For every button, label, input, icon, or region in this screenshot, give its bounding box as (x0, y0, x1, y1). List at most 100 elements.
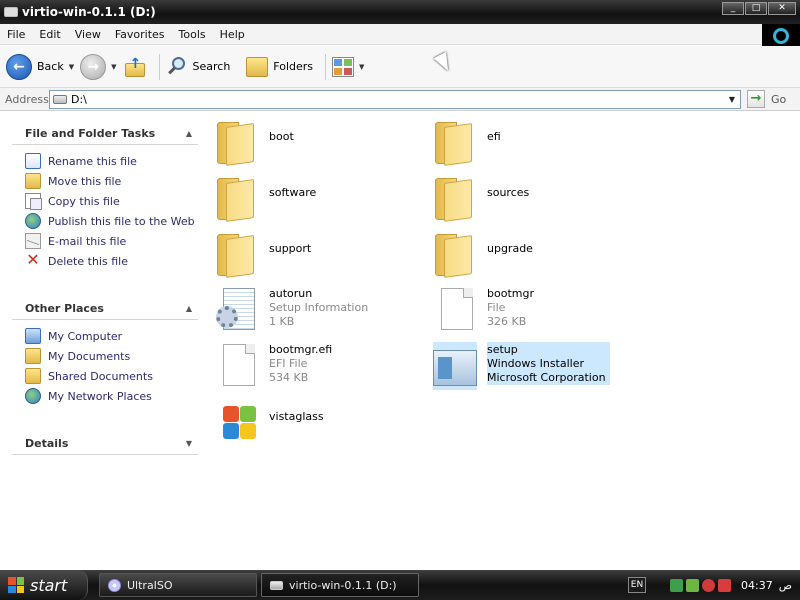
go-button[interactable]: → Go (747, 90, 786, 108)
folders-icon (246, 56, 269, 77)
file-name: upgrade (487, 242, 533, 255)
file-item-efi[interactable]: efi (433, 116, 501, 166)
clock[interactable]: 04:37 (741, 579, 773, 592)
expand-chevron-icon[interactable]: ▼ (186, 439, 192, 448)
task-publish-web[interactable]: Publish this file to the Web (12, 211, 198, 231)
file-item-bootmgr[interactable]: bootmgr File 326 KB (433, 286, 534, 334)
task-move[interactable]: Move this file (12, 171, 198, 191)
search-button[interactable]: Search (166, 51, 230, 83)
minimize-button[interactable]: _ (722, 2, 744, 15)
task-rename[interactable]: Rename this file (12, 151, 198, 171)
address-label: Address (5, 92, 49, 106)
views-dropdown-icon[interactable]: ▼ (359, 63, 364, 71)
tray-sync-icon[interactable] (686, 578, 699, 592)
place-shared-documents[interactable]: Shared Documents (12, 366, 198, 386)
file-item-sources[interactable]: sources (433, 172, 530, 222)
address-input[interactable]: D:\ ▼ (49, 90, 741, 109)
drive-icon (53, 95, 67, 104)
other-places-header[interactable]: Other Places ▲ (12, 298, 198, 320)
forward-button[interactable]: → ▼ (80, 51, 117, 83)
language-indicator[interactable]: EN (628, 577, 646, 593)
window-controls: _ □ ✕ (722, 2, 796, 15)
task-label: Publish this file to the Web (48, 214, 195, 228)
up-folder-button[interactable]: ↑ (123, 51, 147, 83)
place-my-computer[interactable]: My Computer (12, 326, 198, 346)
collapse-chevron-icon[interactable]: ▲ (186, 304, 192, 313)
other-places-title: Other Places (25, 302, 104, 315)
copy-icon (25, 193, 42, 210)
delete-icon: ✕ (26, 250, 40, 269)
menu-file[interactable]: File (0, 28, 32, 41)
back-dropdown-icon[interactable]: ▼ (69, 63, 74, 71)
file-item-bootmgr-efi[interactable]: bootmgr.efi EFI File 534 KB (215, 342, 332, 390)
menu-edit[interactable]: Edit (32, 28, 67, 41)
place-label: My Network Places (48, 389, 152, 403)
documents-icon (25, 348, 41, 364)
tray-antivirus-icon[interactable] (702, 578, 715, 592)
collapse-chevron-icon[interactable]: ▲ (186, 129, 192, 138)
file-name: sources (487, 186, 530, 199)
menu-favorites[interactable]: Favorites (108, 28, 172, 41)
computer-icon (25, 328, 41, 344)
file-item-boot[interactable]: boot (215, 116, 294, 166)
menu-view[interactable]: View (68, 28, 108, 41)
menu-tools[interactable]: Tools (172, 28, 213, 41)
place-label: Shared Documents (48, 369, 153, 383)
file-item-setup[interactable]: setup Windows Installer Microsoft Corpor… (433, 342, 610, 390)
rename-icon (25, 153, 41, 169)
folder-icon (433, 172, 477, 222)
menu-help[interactable]: Help (213, 28, 252, 41)
file-icon (215, 342, 259, 390)
application-icon (215, 396, 259, 444)
tray-network-icon[interactable] (670, 578, 683, 592)
clock-suffix: ص (778, 578, 793, 592)
windows-logo-icon (762, 24, 800, 48)
file-icon (433, 286, 477, 334)
tray-shield-icon[interactable] (718, 578, 731, 592)
title-bar: virtio-win-0.1.1 (D:) _ □ ✕ (0, 0, 800, 24)
file-item-software[interactable]: software (215, 172, 316, 222)
file-size: 1 KB (269, 315, 295, 328)
taskbar: start UltraISO virtio-win-0.1.1 (D:) EN … (0, 570, 800, 600)
taskbar-item-ultraiso[interactable]: UltraISO (99, 573, 257, 597)
views-button[interactable]: ▼ (332, 51, 364, 83)
move-icon (25, 173, 41, 189)
folder-icon (433, 116, 477, 166)
start-button[interactable]: start (0, 570, 88, 600)
folder-icon (215, 172, 259, 222)
task-email[interactable]: E-mail this file (12, 231, 198, 251)
file-item-support[interactable]: support (215, 228, 312, 278)
file-size: 326 KB (487, 315, 527, 328)
file-item-upgrade[interactable]: upgrade (433, 228, 533, 278)
back-arrow-icon: ← (6, 53, 32, 80)
close-button[interactable]: ✕ (768, 2, 796, 15)
file-name: support (269, 242, 312, 255)
shared-folder-icon (25, 368, 41, 384)
details-title: Details (25, 437, 69, 450)
folders-button[interactable]: Folders (246, 51, 313, 83)
file-tasks-title: File and Folder Tasks (25, 127, 156, 140)
details-header[interactable]: Details ▼ (12, 433, 198, 455)
forward-dropdown-icon[interactable]: ▼ (111, 63, 116, 71)
task-delete[interactable]: ✕ Delete this file (12, 251, 198, 271)
address-dropdown-icon[interactable]: ▼ (724, 91, 740, 108)
place-my-documents[interactable]: My Documents (12, 346, 198, 366)
network-icon (25, 388, 41, 404)
system-tray: EN 04:37 ص (610, 570, 800, 600)
task-label: UltraISO (127, 578, 173, 592)
place-my-network-places[interactable]: My Network Places (12, 386, 198, 406)
window-title: virtio-win-0.1.1 (D:) (22, 5, 156, 19)
up-folder-icon: ↑ (123, 56, 147, 78)
file-name: vistaglass (269, 410, 324, 423)
file-item-autorun[interactable]: autorun Setup Information 1 KB (215, 286, 368, 334)
back-button[interactable]: ← Back ▼ (6, 51, 74, 83)
maximize-button[interactable]: □ (745, 2, 767, 15)
menu-bar: File Edit View Favorites Tools Help (0, 24, 800, 48)
web-publish-icon (25, 213, 41, 229)
file-name: setup (487, 343, 518, 356)
file-tasks-header[interactable]: File and Folder Tasks ▲ (12, 123, 198, 145)
task-copy[interactable]: Copy this file (12, 191, 198, 211)
taskbar-item-explorer[interactable]: virtio-win-0.1.1 (D:) (261, 573, 419, 597)
file-name: boot (269, 130, 294, 143)
file-item-vistaglass[interactable]: vistaglass (215, 396, 324, 444)
